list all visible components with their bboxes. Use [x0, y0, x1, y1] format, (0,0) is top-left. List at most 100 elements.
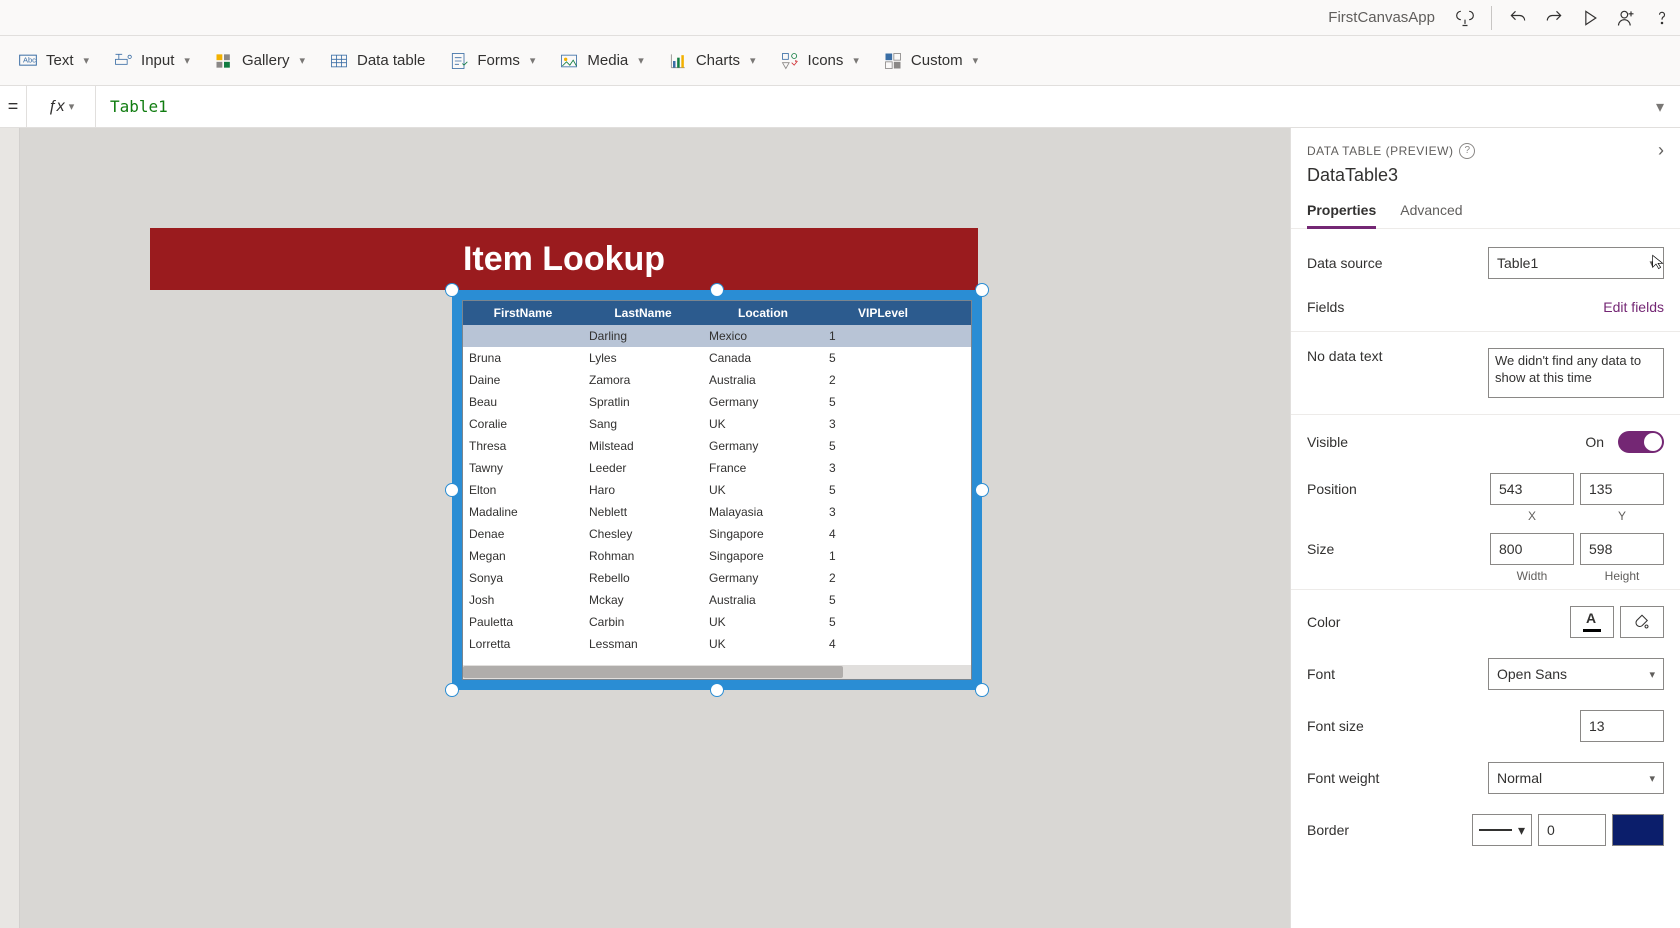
table-row[interactable]: LorrettaLessmanUK4	[463, 633, 971, 655]
ribbon-custom[interactable]: Custom ▾	[873, 42, 988, 80]
table-row[interactable]: BeauSpratlinGermany5	[463, 391, 971, 413]
column-header[interactable]: FirstName	[463, 306, 583, 320]
prop-position-label: Position	[1307, 481, 1490, 497]
scrollbar-thumb[interactable]	[463, 666, 843, 678]
charts-icon	[668, 51, 688, 71]
border-width-input[interactable]: 0	[1538, 814, 1606, 846]
ribbon-media[interactable]: Media ▾	[549, 42, 653, 80]
position-x-input[interactable]: 543	[1490, 473, 1574, 505]
table-cell: Mckay	[583, 593, 703, 607]
resize-handle[interactable]	[445, 283, 459, 297]
visible-toggle[interactable]	[1618, 431, 1664, 453]
table-cell: Lyles	[583, 351, 703, 365]
help-info-icon[interactable]: ?	[1459, 143, 1475, 159]
table-cell: Spratlin	[583, 395, 703, 409]
table-row[interactable]: PaulettaCarbinUK5	[463, 611, 971, 633]
ribbon-input[interactable]: Input ▾	[103, 42, 200, 80]
visible-value: On	[1585, 434, 1604, 450]
column-header[interactable]: VIPLevel	[823, 306, 943, 320]
fx-button[interactable]: ƒx ▾	[26, 86, 96, 127]
table-cell: Daine	[463, 373, 583, 387]
x-sublabel: X	[1490, 509, 1574, 523]
table-cell: Sonya	[463, 571, 583, 585]
font-dropdown[interactable]: Open Sans ▾	[1488, 658, 1664, 690]
horizontal-scrollbar[interactable]	[463, 665, 971, 679]
resize-handle[interactable]	[975, 283, 989, 297]
edit-fields-link[interactable]: Edit fields	[1603, 299, 1664, 315]
table-row[interactable]: TawnyLeederFrance3	[463, 457, 971, 479]
table-body: DarlingMexico1BrunaLylesCanada5DaineZamo…	[463, 325, 971, 663]
tab-properties[interactable]: Properties	[1307, 194, 1376, 228]
table-row[interactable]: CoralieSangUK3	[463, 413, 971, 435]
ribbon-icons[interactable]: Icons ▾	[770, 42, 869, 80]
table-row[interactable]: SonyaRebelloGermany2	[463, 567, 971, 589]
formula-bar: = ƒx ▾ Table1 ▾	[0, 86, 1680, 128]
table-row[interactable]: DarlingMexico1	[463, 325, 971, 347]
control-name[interactable]: DataTable3	[1291, 165, 1680, 194]
tab-advanced[interactable]: Advanced	[1400, 194, 1462, 228]
collapse-panel-icon[interactable]: ›	[1658, 140, 1664, 161]
table-row[interactable]: DaineZamoraAustralia2	[463, 369, 971, 391]
table-row[interactable]: EltonHaroUK5	[463, 479, 971, 501]
column-header[interactable]: LastName	[583, 306, 703, 320]
resize-handle[interactable]	[445, 483, 459, 497]
ribbon-charts[interactable]: Charts ▾	[658, 42, 766, 80]
table-cell: Chesley	[583, 527, 703, 541]
canvas[interactable]: Item Lookup FirstName LastName Location …	[20, 128, 1290, 928]
position-y-input[interactable]: 135	[1580, 473, 1664, 505]
ribbon-gallery[interactable]: Gallery ▾	[204, 42, 315, 80]
table-cell: Tawny	[463, 461, 583, 475]
fill-color-button[interactable]	[1620, 606, 1664, 638]
table-cell: 5	[823, 395, 943, 409]
table-cell: Rohman	[583, 549, 703, 563]
data-table-control[interactable]: FirstName LastName Location VIPLevel Dar…	[462, 300, 972, 680]
svg-text:Abc: Abc	[23, 55, 36, 64]
column-header[interactable]: Location	[703, 306, 823, 320]
table-row[interactable]: BrunaLylesCanada5	[463, 347, 971, 369]
text-color-button[interactable]: A	[1570, 606, 1614, 638]
resize-handle[interactable]	[975, 483, 989, 497]
properties-panel: DATA TABLE (PREVIEW) ? › DataTable3 Prop…	[1290, 128, 1680, 928]
redo-icon[interactable]	[1536, 0, 1572, 36]
table-row[interactable]: ThresaMilsteadGermany5	[463, 435, 971, 457]
border-style-dropdown[interactable]: ▾	[1472, 814, 1532, 846]
resize-handle[interactable]	[710, 283, 724, 297]
table-cell: 4	[823, 527, 943, 541]
resize-handle[interactable]	[445, 683, 459, 697]
table-row[interactable]: JoshMckayAustralia5	[463, 589, 971, 611]
data-source-dropdown[interactable]: Table1 ▾	[1488, 247, 1664, 279]
border-color-button[interactable]	[1612, 814, 1664, 846]
diagnostics-icon[interactable]	[1447, 0, 1483, 36]
table-row[interactable]: MeganRohmanSingapore1	[463, 545, 971, 567]
resize-handle[interactable]	[710, 683, 724, 697]
size-width-input[interactable]: 800	[1490, 533, 1574, 565]
formula-input[interactable]: Table1	[96, 97, 1640, 116]
table-row[interactable]: DenaeChesleySingapore4	[463, 523, 971, 545]
play-icon[interactable]	[1572, 0, 1608, 36]
table-cell: 2	[823, 571, 943, 585]
table-row[interactable]: MadalineNeblettMalayasia3	[463, 501, 971, 523]
table-cell: UK	[703, 483, 823, 497]
chevron-down-icon: ▾	[84, 54, 90, 67]
input-icon	[113, 51, 133, 71]
resize-handle[interactable]	[975, 683, 989, 697]
table-cell: Rebello	[583, 571, 703, 585]
tree-view-collapsed[interactable]	[0, 128, 20, 928]
size-height-input[interactable]: 598	[1580, 533, 1664, 565]
table-cell: Germany	[703, 571, 823, 585]
expand-formula-icon[interactable]: ▾	[1640, 97, 1680, 117]
width-sublabel: Width	[1490, 569, 1574, 583]
selection-outline[interactable]: FirstName LastName Location VIPLevel Dar…	[452, 290, 982, 690]
prop-no-data-label: No data text	[1307, 348, 1488, 364]
no-data-text-input[interactable]: We didn't find any data to show at this …	[1488, 348, 1664, 398]
ribbon-data-table[interactable]: Data table	[319, 42, 435, 80]
header-banner: Item Lookup	[150, 228, 978, 290]
undo-icon[interactable]	[1500, 0, 1536, 36]
ribbon-forms[interactable]: Forms ▾	[439, 42, 545, 80]
help-icon[interactable]	[1644, 0, 1680, 36]
font-weight-dropdown[interactable]: Normal ▾	[1488, 762, 1664, 794]
table-cell: Coralie	[463, 417, 583, 431]
font-size-input[interactable]: 13	[1580, 710, 1664, 742]
share-icon[interactable]	[1608, 0, 1644, 36]
ribbon-text[interactable]: Abc Text ▾	[8, 42, 99, 80]
